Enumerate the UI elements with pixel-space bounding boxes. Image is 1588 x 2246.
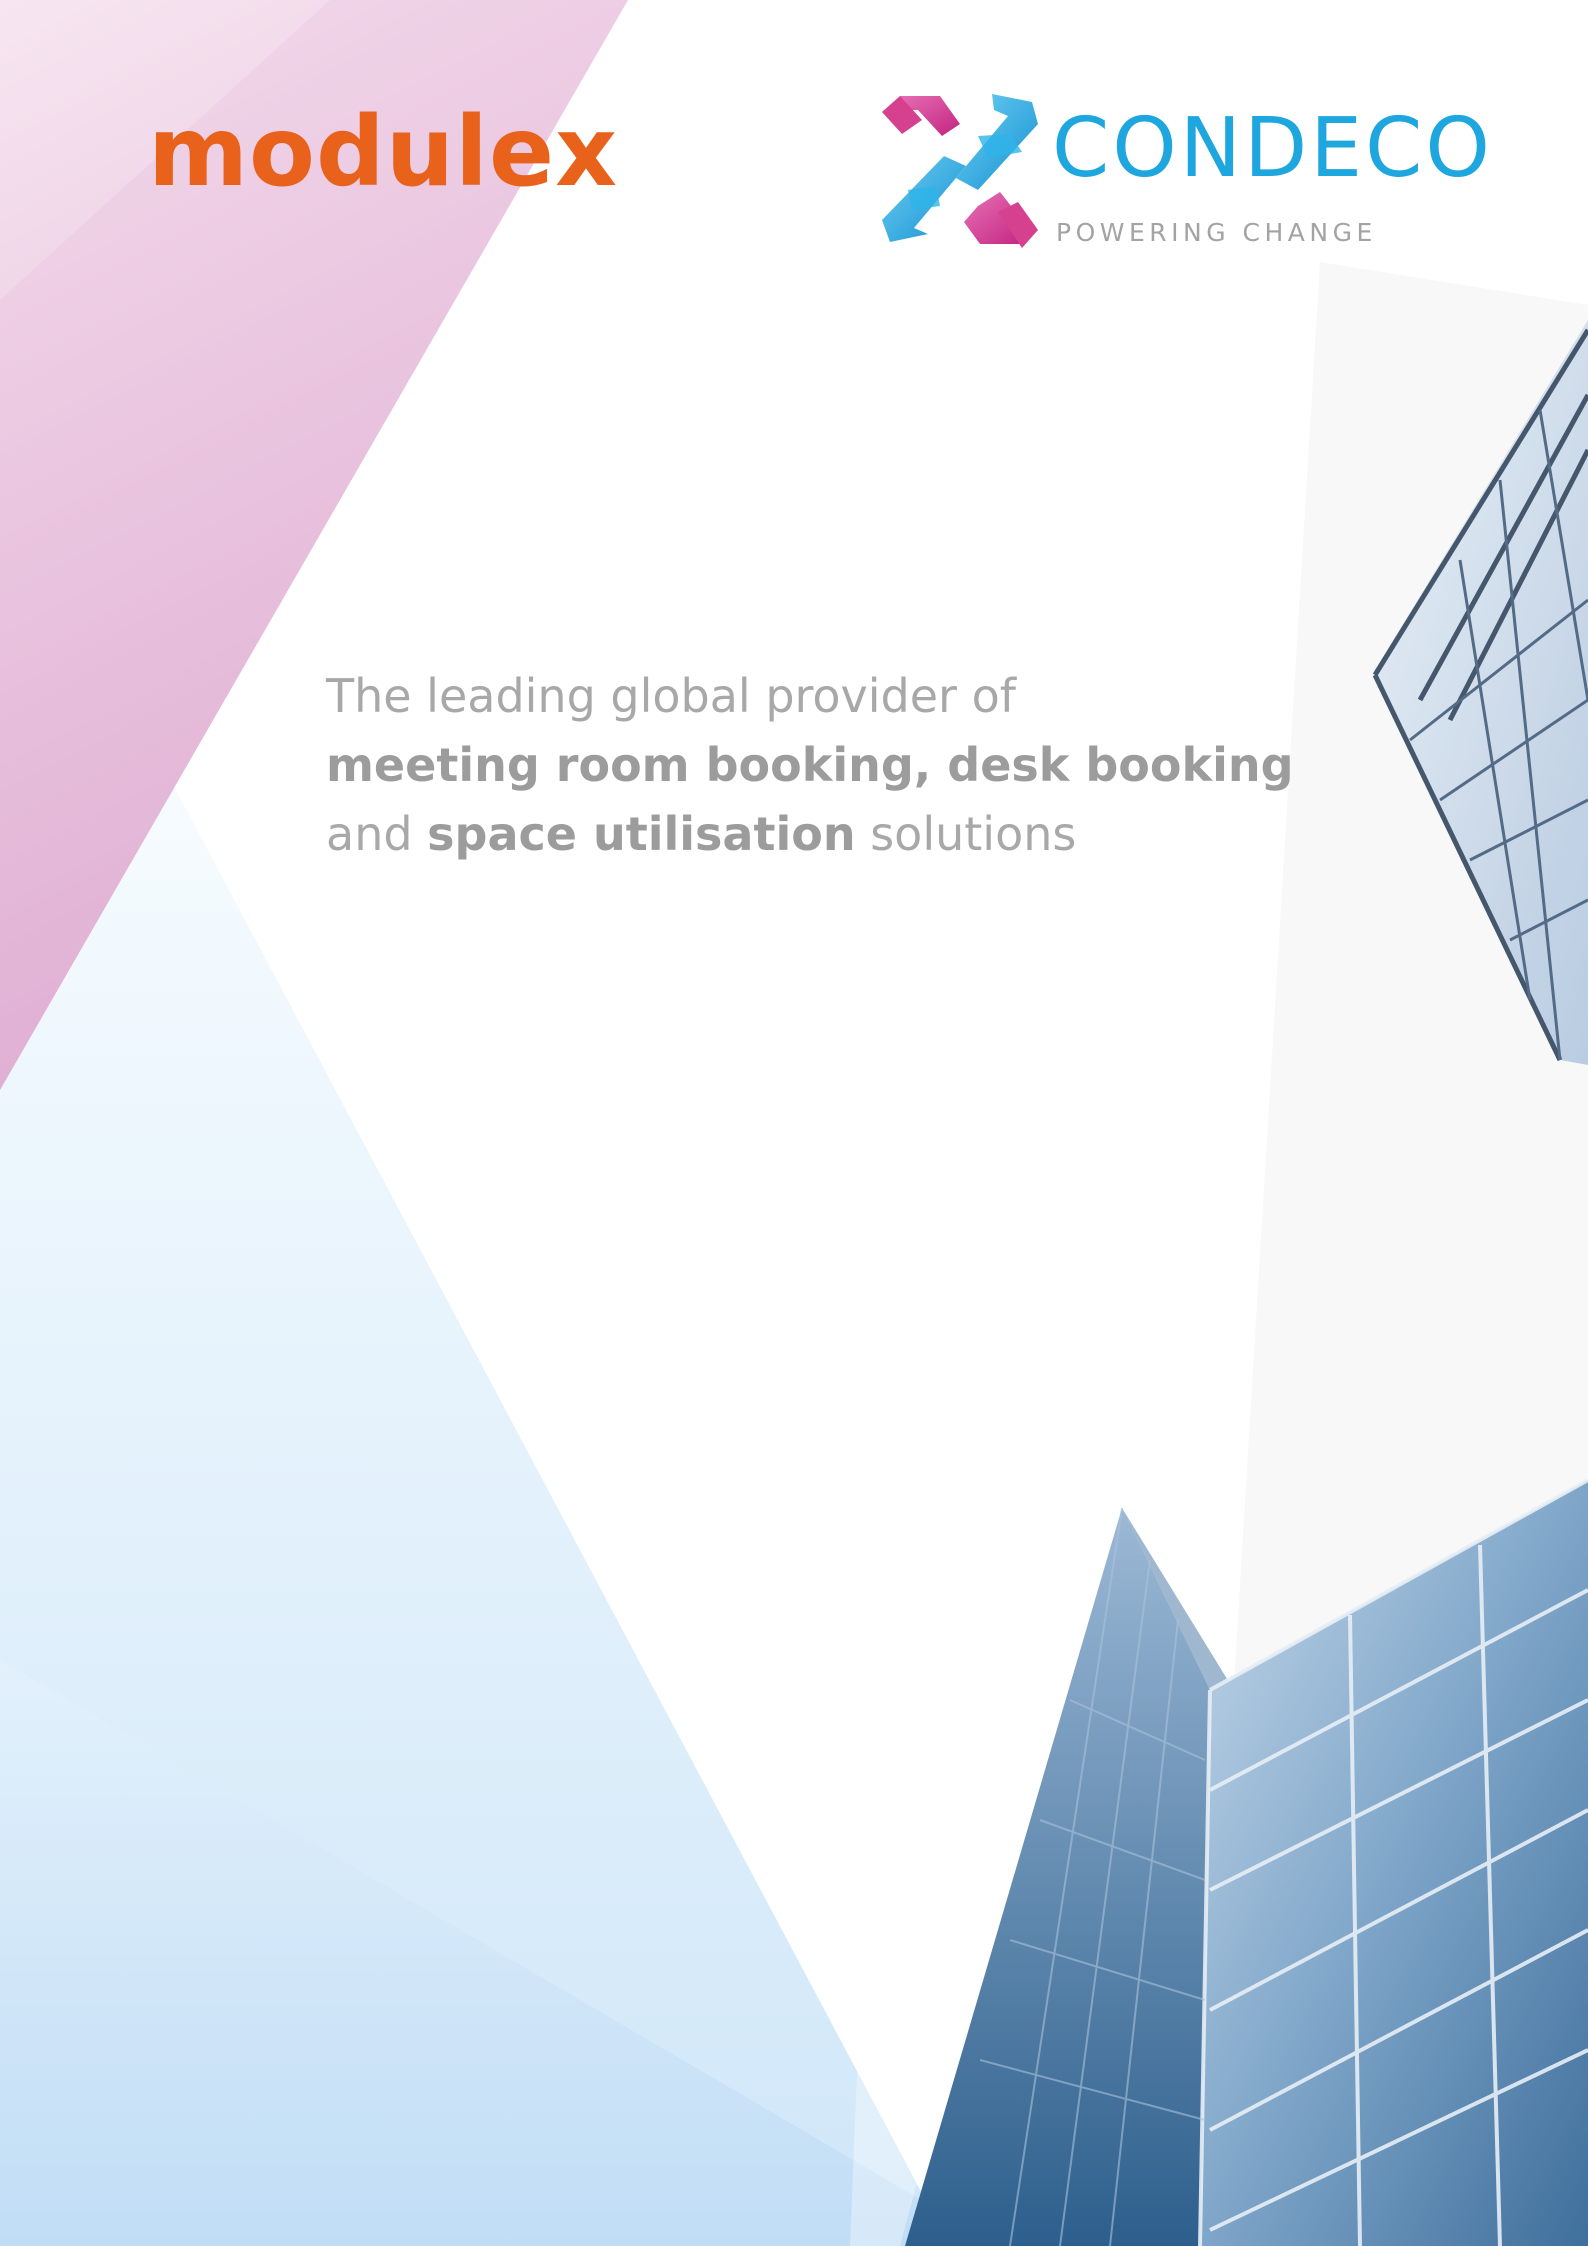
condeco-wordmark: CONDECO [1052,101,1493,196]
headline-line-3-b: space utilisation [427,807,856,861]
lower-buildings [850,1478,1588,2246]
brochure-cover: modulex CONDECO POWERING CHANGE The lead… [0,0,1588,2246]
modulex-logo: modulex [148,96,618,208]
headline-line-1: The leading global provider of [326,669,1016,723]
background-artwork [0,0,1588,2246]
condeco-tagline: POWERING CHANGE [1056,218,1377,247]
condeco-logo: CONDECO POWERING CHANGE [882,94,1502,254]
cover-headline: The leading global provider of meeting r… [326,662,1294,869]
headline-line-3-a: and [326,807,413,861]
condeco-mark-icon [882,94,1038,248]
headline-line-3: and space utilisation solutions [326,800,1226,869]
headline-line-2: meeting room booking, desk booking [326,738,1294,792]
headline-line-3-c: solutions [870,807,1077,861]
